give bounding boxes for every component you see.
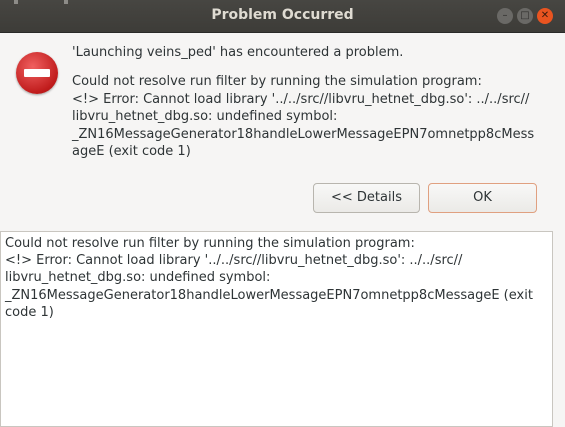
error-title: 'Launching veins_ped' has encountered a … <box>72 45 404 60</box>
details-text: Could not resolve run filter by running … <box>5 235 550 321</box>
error-message-line: _ZN16MessageGenerator18handleLowerMessag… <box>72 126 535 142</box>
details-button[interactable]: << Details <box>313 183 420 213</box>
background-remnant <box>14 0 18 4</box>
error-message-line: Could not resolve run filter by running … <box>72 74 482 89</box>
error-message-line: libvru_hetnet_dbg.so: undefined symbol: <box>72 109 338 124</box>
details-text-area[interactable]: Could not resolve run filter by running … <box>0 231 553 427</box>
ok-button[interactable]: OK <box>428 183 537 213</box>
background-remnant <box>64 0 68 4</box>
close-icon[interactable]: ✕ <box>537 8 553 24</box>
details-line: _ZN16MessageGenerator18handleLowerMessag… <box>5 287 533 303</box>
details-line: <!> Error: Cannot load library '../../sr… <box>5 253 463 269</box>
vertical-scrollbar[interactable] <box>553 231 565 427</box>
maximize-icon[interactable]: □ <box>517 8 533 24</box>
error-icon-bar <box>24 69 50 77</box>
details-line: libvru_hetnet_dbg.so: undefined symbol: <box>5 270 271 286</box>
error-message-line: ageE (exit code 1) <box>72 144 191 159</box>
error-message: Could not resolve run filter by running … <box>72 73 552 161</box>
error-icon <box>16 52 58 94</box>
window-title: Problem Occurred <box>211 7 354 23</box>
details-line: Could not resolve run filter by running … <box>5 236 415 251</box>
details-line: code 1) <box>5 304 54 320</box>
error-message-line: <!> Error: Cannot load library '../../sr… <box>72 91 530 107</box>
minimize-icon[interactable]: – <box>497 8 513 24</box>
title-bar[interactable]: Problem Occurred – □ ✕ <box>0 0 565 33</box>
